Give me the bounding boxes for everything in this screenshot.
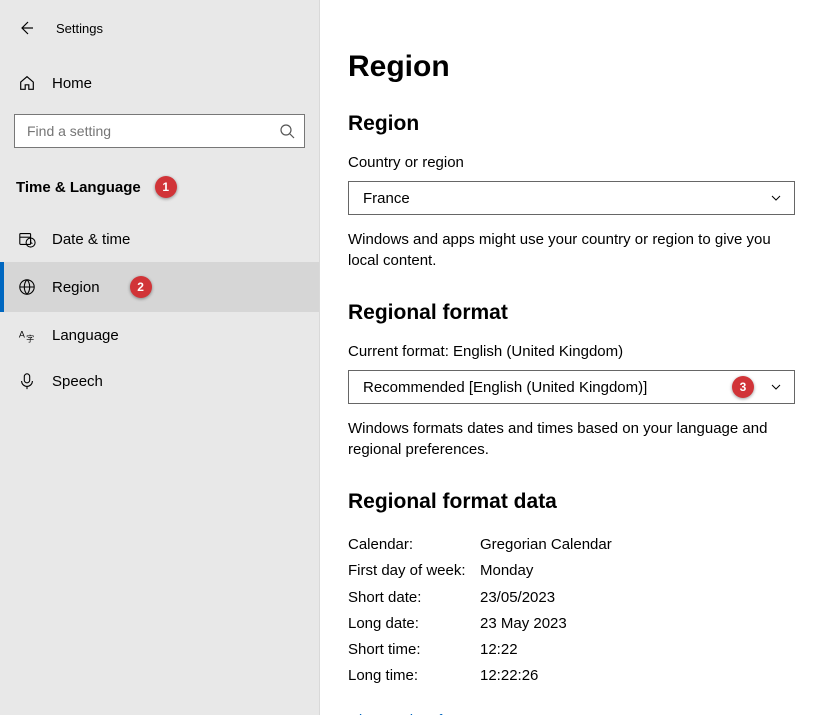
table-row: Calendar:Gregorian Calendar [348, 532, 795, 558]
chevron-down-icon [770, 381, 782, 393]
app-title: Settings [56, 21, 103, 36]
regional-format-dropdown[interactable]: Recommended [English (United Kingdom)] 3 [348, 370, 795, 404]
sidebar-item-region[interactable]: Region 2 [0, 262, 319, 312]
microphone-icon [18, 372, 36, 390]
table-row: Long time:12:22:26 [348, 663, 795, 689]
svg-text:A: A [19, 330, 25, 340]
table-row: Short date:23/05/2023 [348, 585, 795, 611]
regional-format-selected: Recommended [English (United Kingdom)] [363, 379, 647, 396]
chevron-down-icon [770, 192, 782, 204]
main-content: Region Region Country or region France W… [320, 0, 825, 715]
format-data-table: Calendar:Gregorian Calendar First day of… [348, 532, 795, 690]
sidebar: Settings Home Time & Language 1 Date & t… [0, 0, 320, 715]
nav-home-label: Home [52, 75, 92, 92]
home-icon [18, 74, 36, 92]
sidebar-item-label: Speech [52, 373, 103, 390]
country-region-helper: Windows and apps might use your country … [348, 229, 795, 271]
sidebar-item-date-time[interactable]: Date & time [0, 216, 319, 262]
table-row: Long date:23 May 2023 [348, 611, 795, 637]
sidebar-item-label: Language [52, 327, 119, 344]
annotation-badge-3: 3 [732, 376, 754, 398]
sidebar-item-language[interactable]: A字 Language [0, 312, 319, 358]
nav-section-time-language: Time & Language 1 [0, 166, 319, 216]
country-region-label: Country or region [348, 154, 795, 171]
search-wrap [0, 102, 319, 166]
annotation-badge-2: 2 [130, 276, 152, 298]
nav-section-label: Time & Language [16, 179, 141, 196]
regional-format-helper: Windows formats dates and times based on… [348, 418, 795, 460]
back-icon[interactable] [18, 20, 34, 36]
sidebar-item-speech[interactable]: Speech [0, 358, 319, 404]
country-region-dropdown[interactable]: France [348, 181, 795, 215]
calendar-clock-icon [18, 230, 36, 248]
nav-home[interactable]: Home [0, 64, 319, 102]
page-title: Region [348, 50, 795, 84]
regional-format-heading: Regional format [348, 301, 795, 325]
sidebar-item-label: Date & time [52, 231, 130, 248]
table-row: Short time:12:22 [348, 637, 795, 663]
region-heading: Region [348, 112, 795, 136]
table-row: First day of week:Monday [348, 558, 795, 584]
format-data-heading: Regional format data [348, 490, 795, 514]
svg-text:字: 字 [26, 333, 34, 343]
annotation-badge-1: 1 [155, 176, 177, 198]
current-format-label: Current format: English (United Kingdom) [348, 343, 795, 360]
search-box [14, 114, 305, 148]
country-region-selected: France [363, 190, 410, 207]
change-data-formats-link[interactable]: Change data formats [348, 712, 488, 715]
search-input[interactable] [14, 114, 305, 148]
titlebar: Settings [0, 10, 319, 64]
search-icon[interactable] [279, 123, 295, 139]
sidebar-item-label: Region [52, 279, 100, 296]
globe-icon [18, 278, 36, 296]
language-icon: A字 [18, 326, 36, 344]
